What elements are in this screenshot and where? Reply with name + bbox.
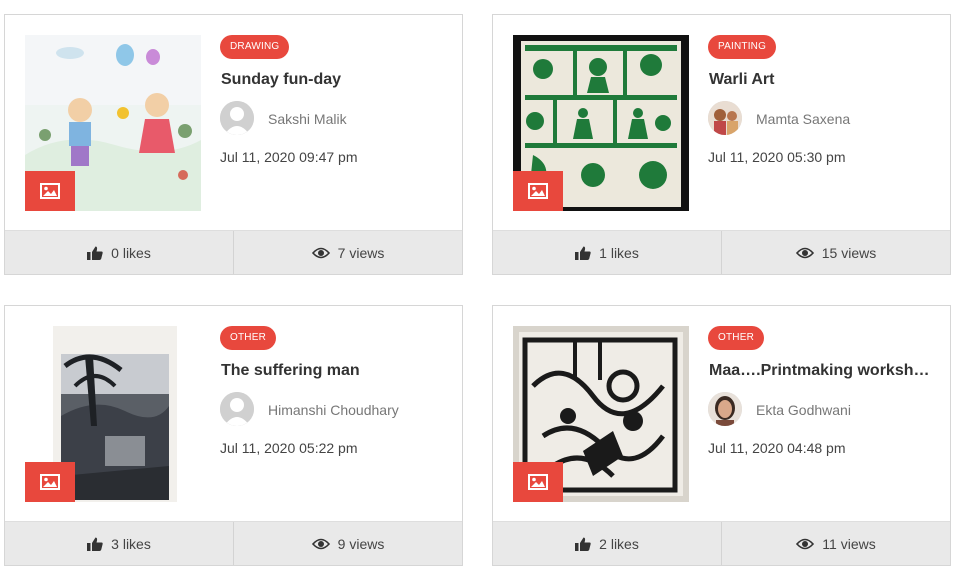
default-avatar-icon[interactable] bbox=[220, 392, 254, 426]
likes-count: 0 likes bbox=[111, 244, 151, 261]
post-date: Jul 11, 2020 05:30 pm bbox=[708, 149, 846, 165]
likes-stat[interactable]: 3 likes bbox=[5, 522, 233, 565]
post-date: Jul 11, 2020 05:22 pm bbox=[220, 440, 358, 456]
thumbs-up-icon bbox=[575, 246, 591, 260]
category-badge[interactable]: PAINTING bbox=[708, 35, 777, 59]
eye-icon bbox=[311, 538, 330, 549]
likes-count: 1 likes bbox=[599, 244, 639, 261]
image-icon bbox=[528, 183, 548, 199]
likes-count: 2 likes bbox=[599, 535, 639, 552]
views-stat: 15 views bbox=[721, 231, 950, 274]
views-count: 11 views bbox=[822, 535, 876, 552]
image-badge bbox=[513, 462, 563, 502]
post-stats: 1 likes 15 views bbox=[493, 230, 950, 274]
likes-count: 3 likes bbox=[111, 535, 151, 552]
eye-icon bbox=[311, 247, 330, 258]
image-icon bbox=[40, 474, 60, 490]
views-count: 7 views bbox=[337, 244, 385, 261]
author-name[interactable]: Sakshi Malik bbox=[268, 111, 347, 127]
views-stat: 9 views bbox=[233, 522, 462, 565]
default-avatar-icon[interactable] bbox=[220, 101, 254, 135]
views-count: 9 views bbox=[337, 535, 385, 552]
image-icon bbox=[40, 183, 60, 199]
post-date: Jul 11, 2020 04:48 pm bbox=[708, 440, 846, 456]
user-avatar[interactable] bbox=[708, 101, 742, 135]
image-badge bbox=[25, 171, 75, 211]
post-card[interactable]: PAINTING Warli Art Mamta Saxena Jul 11, … bbox=[492, 14, 951, 275]
post-title[interactable]: Maa….Printmaking worksh… bbox=[709, 362, 937, 380]
author-name[interactable]: Mamta Saxena bbox=[756, 111, 850, 127]
likes-stat[interactable]: 1 likes bbox=[493, 231, 721, 274]
author-name[interactable]: Ekta Godhwani bbox=[756, 402, 851, 418]
post-stats: 2 likes 11 views bbox=[493, 521, 950, 565]
category-badge[interactable]: DRAWING bbox=[220, 35, 290, 59]
post-title[interactable]: The suffering man bbox=[221, 362, 449, 380]
post-card[interactable]: DRAWING Sunday fun-day Sakshi Malik Jul … bbox=[4, 14, 463, 275]
category-badge[interactable]: OTHER bbox=[708, 326, 764, 350]
eye-icon bbox=[795, 247, 814, 258]
views-count: 15 views bbox=[821, 244, 877, 261]
likes-stat[interactable]: 0 likes bbox=[5, 231, 233, 274]
likes-stat[interactable]: 2 likes bbox=[493, 522, 721, 565]
image-badge bbox=[25, 462, 75, 502]
post-date: Jul 11, 2020 09:47 pm bbox=[220, 149, 358, 165]
thumbs-up-icon bbox=[575, 537, 591, 551]
post-card[interactable]: OTHER Maa….Printmaking worksh… Ekta Godh… bbox=[492, 305, 951, 566]
author-name[interactable]: Himanshi Choudhary bbox=[268, 402, 399, 418]
category-badge[interactable]: OTHER bbox=[220, 326, 276, 350]
views-stat: 7 views bbox=[233, 231, 462, 274]
thumbs-up-icon bbox=[87, 537, 103, 551]
thumbs-up-icon bbox=[87, 246, 103, 260]
image-icon bbox=[528, 474, 548, 490]
post-title[interactable]: Warli Art bbox=[709, 71, 937, 89]
eye-icon bbox=[796, 538, 815, 549]
user-avatar[interactable] bbox=[708, 392, 742, 426]
post-card[interactable]: OTHER The suffering man Himanshi Choudha… bbox=[4, 305, 463, 566]
views-stat: 11 views bbox=[721, 522, 950, 565]
post-title[interactable]: Sunday fun-day bbox=[221, 71, 449, 89]
image-badge bbox=[513, 171, 563, 211]
post-stats: 0 likes 7 views bbox=[5, 230, 462, 274]
post-stats: 3 likes 9 views bbox=[5, 521, 462, 565]
